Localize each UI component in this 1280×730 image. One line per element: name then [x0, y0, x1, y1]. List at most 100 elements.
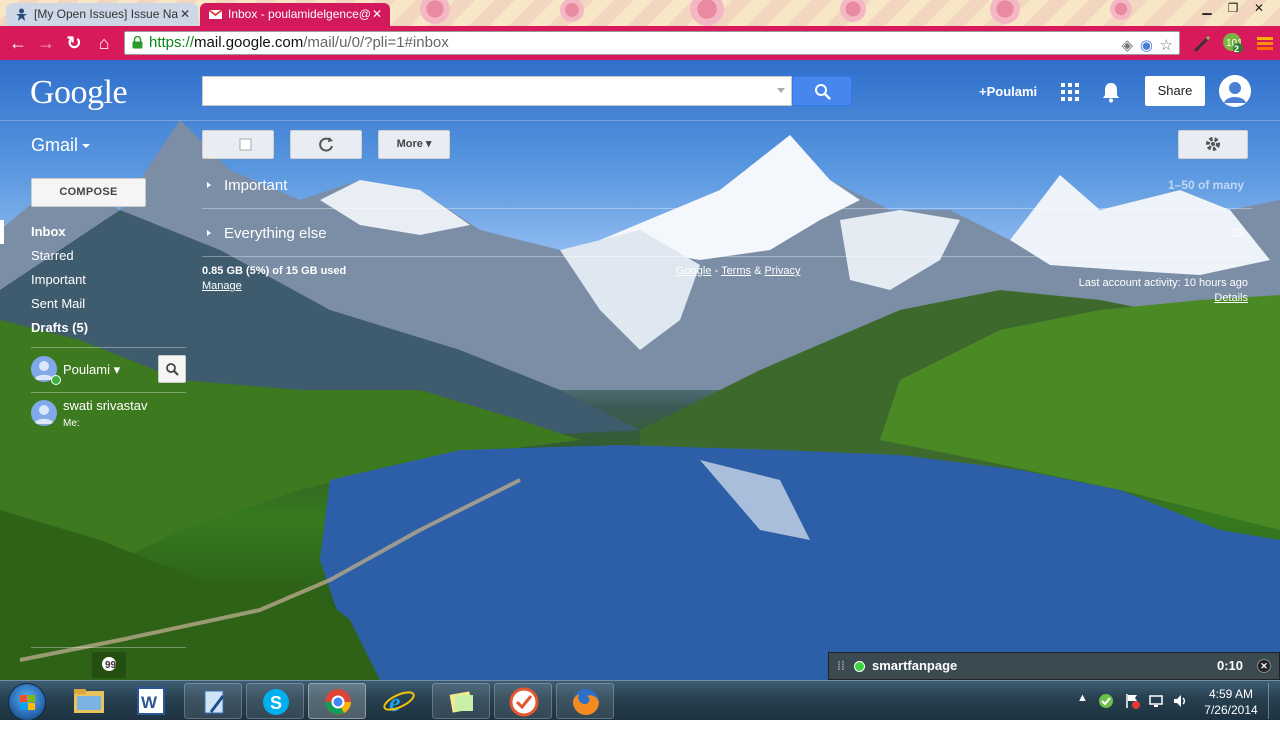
- select-checkbox-button[interactable]: [202, 130, 274, 159]
- start-button[interactable]: [8, 683, 46, 721]
- browser-tab-active[interactable]: Inbox - poulamidelgence@ ✕: [200, 3, 390, 26]
- tray-app-icon[interactable]: [1098, 693, 1114, 709]
- action-center-flag-icon[interactable]: [1124, 693, 1140, 709]
- tab-title: [My Open Issues] Issue Na: [34, 7, 179, 21]
- clock-date: 7/26/2014: [1204, 703, 1258, 717]
- reload-icon[interactable]: ↻: [64, 33, 84, 53]
- taskbar-internet-explorer[interactable]: e: [370, 683, 428, 719]
- chat-contact-name[interactable]: swati srivastav: [63, 398, 148, 413]
- taskbar-editor[interactable]: [184, 683, 242, 719]
- close-icon[interactable]: ✕: [1257, 659, 1271, 673]
- svg-text:W: W: [141, 693, 158, 712]
- close-tab-icon[interactable]: ✕: [180, 3, 190, 25]
- back-icon[interactable]: ←: [8, 33, 28, 53]
- drag-handle-icon[interactable]: ⁞⁞: [837, 653, 845, 679]
- sidebar-item-inbox[interactable]: Inbox: [0, 220, 190, 244]
- bottom-margin: [0, 720, 1280, 730]
- sidebar-item-important[interactable]: Important: [0, 268, 190, 292]
- url-host: mail.google.com: [194, 34, 304, 51]
- forward-icon[interactable]: →: [36, 33, 56, 53]
- chat-self-name[interactable]: Poulami ▾: [63, 362, 120, 378]
- home-icon[interactable]: ⌂: [94, 33, 114, 53]
- header-divider: [0, 120, 1280, 121]
- taskbar-chrome[interactable]: [308, 683, 366, 719]
- section-label: Important: [224, 177, 288, 194]
- document-edit-icon: [204, 690, 225, 714]
- sidebar-item-sent-mail[interactable]: Sent Mail: [0, 292, 190, 316]
- search-options-icon[interactable]: [777, 88, 785, 93]
- chrome-menu-icon[interactable]: [1254, 32, 1276, 54]
- privacy-link[interactable]: Privacy: [764, 265, 800, 277]
- expand-arrow-icon: [207, 230, 211, 236]
- wallpaper-flower: [840, 0, 866, 22]
- system-clock[interactable]: 4:59 AM 7/26/2014: [1196, 686, 1266, 718]
- compose-button[interactable]: COMPOSE: [31, 178, 146, 207]
- chat-search-button[interactable]: [158, 355, 186, 383]
- svg-text:S: S: [270, 693, 282, 713]
- taskbar-word[interactable]: W: [122, 683, 180, 719]
- taskbar-explorer[interactable]: [60, 683, 118, 719]
- taskbar-notes[interactable]: [432, 683, 490, 719]
- taskbar-skype[interactable]: S: [246, 683, 304, 719]
- translate-icon[interactable]: ◉: [1140, 35, 1153, 57]
- inbox-section-important[interactable]: Important 1–50 of many: [202, 162, 1252, 209]
- manage-storage-link[interactable]: Manage: [202, 280, 242, 292]
- close-tab-icon[interactable]: ✕: [372, 3, 382, 25]
- contact-avatar[interactable]: [31, 400, 57, 426]
- person-icon: [34, 405, 54, 424]
- sidebar-item-starred[interactable]: Starred: [0, 244, 190, 268]
- activity-details-link[interactable]: Details: [1214, 292, 1248, 304]
- browser-toolbar: ← → ↻ ⌂ https://mail.google.com/mail/u/0…: [0, 26, 1280, 60]
- network-icon[interactable]: [1148, 693, 1164, 709]
- search-icon: [166, 363, 179, 376]
- show-desktop-button[interactable]: [1268, 683, 1278, 719]
- pen-extension-icon[interactable]: [1190, 32, 1212, 54]
- windows-logo-icon: [20, 695, 35, 710]
- pagination-label[interactable]: 1–50 of many: [1168, 162, 1244, 209]
- refresh-icon: [319, 137, 333, 152]
- gmail-app-menu[interactable]: Gmail: [31, 135, 91, 156]
- hangouts-button[interactable]: 99: [92, 652, 126, 678]
- taskbar-firefox[interactable]: [556, 683, 614, 719]
- google-link[interactable]: Google: [676, 265, 711, 277]
- apps-grid-icon[interactable]: [1061, 83, 1079, 101]
- wallpaper-flower: [420, 0, 450, 24]
- tab-title: Inbox - poulamidelgence@: [228, 7, 371, 21]
- show-hidden-icons[interactable]: ▲: [1077, 692, 1088, 704]
- restore-icon[interactable]: ❐: [1220, 0, 1246, 18]
- url-scheme: https://: [149, 34, 195, 51]
- terms-link[interactable]: Terms: [721, 265, 751, 277]
- bookmark-star-icon[interactable]: ☆: [1160, 35, 1173, 57]
- close-window-icon[interactable]: ✕: [1246, 0, 1272, 18]
- volume-icon[interactable]: [1172, 693, 1188, 709]
- minimize-icon[interactable]: ▁: [1194, 0, 1220, 18]
- settings-button[interactable]: [1178, 130, 1248, 159]
- browser-tab[interactable]: [My Open Issues] Issue Na ✕: [6, 3, 198, 26]
- extension-diamond-icon[interactable]: ◈: [1121, 35, 1133, 57]
- sidebar-item-drafts[interactable]: Drafts (5): [0, 316, 190, 340]
- inbox-section-everything-else[interactable]: Everything else 25: [202, 210, 1252, 257]
- firefox-icon: [573, 689, 599, 715]
- google-plus-profile-link[interactable]: +Poulami: [979, 84, 1037, 99]
- extension-badge-count: 2: [1234, 44, 1240, 54]
- online-status-dot: [854, 661, 865, 672]
- google-logo[interactable]: Google: [30, 74, 128, 112]
- notifications-bell-icon[interactable]: [1101, 81, 1121, 103]
- extension-badge-icon[interactable]: 101: [1222, 32, 1244, 54]
- search-input[interactable]: [202, 76, 792, 106]
- chat-bottom-divider: [31, 647, 186, 648]
- gmail-icon: [209, 9, 222, 19]
- address-bar[interactable]: https://mail.google.com/mail/u/0/?pli=1#…: [124, 31, 1180, 55]
- taskbar-task-app[interactable]: [494, 683, 552, 719]
- gear-icon: [1206, 137, 1220, 151]
- refresh-button[interactable]: [290, 130, 362, 159]
- notification-name: smartfanpage: [872, 658, 958, 673]
- account-avatar[interactable]: [1219, 75, 1251, 107]
- share-button[interactable]: Share: [1145, 76, 1205, 106]
- wallpaper-flower: [690, 0, 724, 26]
- sidebar-nav: Inbox Starred Important Sent Mail Drafts…: [0, 220, 190, 340]
- more-actions-button[interactable]: More ▾: [378, 130, 450, 159]
- search-button[interactable]: [792, 76, 852, 106]
- sticky-notes-icon: [449, 691, 473, 713]
- chat-notification-bar[interactable]: ⁞⁞ smartfanpage 0:10 ✕: [828, 652, 1280, 680]
